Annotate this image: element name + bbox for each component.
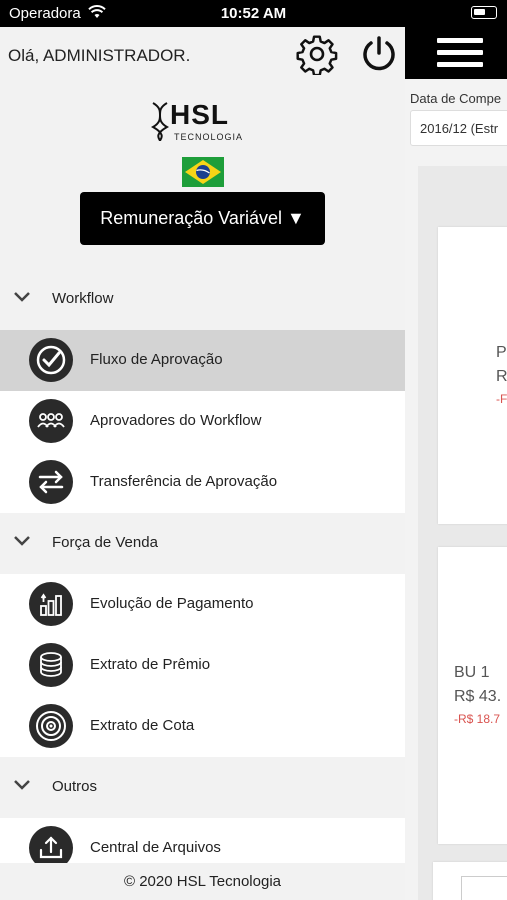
menu-item-label: Evolução de Pagamento [90, 595, 254, 612]
menu-item-label: Aprovadores do Workflow [90, 412, 262, 429]
competence-label: Data de Compe [410, 91, 502, 106]
summary-card[interactable] [433, 862, 507, 900]
chevron-down-icon [14, 780, 30, 790]
footer-copyright: © 2020 HSL Tecnologia [0, 863, 405, 900]
main-content-background: Data de Compe 2016/12 (Estr P R -F BU 1 … [405, 27, 507, 900]
clock-label: 10:52 AM [220, 5, 287, 22]
section-header-forca-de-venda[interactable]: Força de Venda [0, 513, 405, 574]
menu-item-label: Central de Arquivos [90, 839, 221, 856]
menu-item-fluxo-de-aprovacao[interactable]: Fluxo de Aprovação [0, 330, 405, 391]
people-group-icon [29, 399, 73, 443]
section-title: Força de Venda [52, 534, 158, 551]
summary-card[interactable]: BU 1 R$ 43. -R$ 18.7 [438, 547, 507, 844]
hamburger-menu-icon[interactable] [437, 38, 483, 68]
gear-icon[interactable] [296, 33, 338, 75]
logo-subtext: TECNOLOGIA [174, 132, 244, 142]
main-top-bar [405, 27, 507, 79]
check-circle-icon [29, 338, 73, 382]
power-icon[interactable] [358, 33, 400, 75]
target-icon [29, 704, 73, 748]
bar-growth-icon [29, 582, 73, 626]
menu-item-label: Transferência de Aprovação [90, 473, 278, 490]
card-line: P [496, 344, 507, 361]
menu-item-aprovadores-do-workflow[interactable]: Aprovadores do Workflow [0, 391, 405, 452]
menu-item-extrato-de-premio[interactable]: Extrato de Prêmio [0, 635, 405, 696]
menu-item-transferencia-de-aprovacao[interactable]: Transferência de Aprovação [0, 452, 405, 513]
card-line: BU 1 [454, 664, 490, 681]
menu-item-label: Extrato de Prêmio [90, 656, 211, 673]
coins-stack-icon [29, 643, 73, 687]
competence-select[interactable]: 2016/12 (Estr [410, 110, 507, 146]
card-line: R$ 43. [454, 688, 502, 705]
card-line: R [496, 368, 507, 385]
card-box [461, 876, 507, 900]
logo-text: HSL [170, 99, 229, 130]
section-header-workflow[interactable]: Workflow [0, 269, 405, 330]
summary-card[interactable]: P R -F [438, 227, 507, 524]
menu-item-label: Extrato de Cota [90, 717, 195, 734]
menu-item-evolucao-de-pagamento[interactable]: Evolução de Pagamento [0, 574, 405, 635]
menu-item-label: Fluxo de Aprovação [90, 351, 223, 368]
section-title: Workflow [52, 290, 114, 307]
card-variation: -R$ 18.7 [454, 712, 501, 726]
card-variation: -F [496, 392, 507, 406]
hsl-logo: HSL TECNOLOGIA [150, 99, 256, 145]
side-drawer: Olá, ADMINISTRADOR. HSL TECNOLOGIA Remun… [0, 27, 405, 900]
chevron-down-icon [14, 292, 30, 302]
greeting-text: Olá, ADMINISTRADOR. [8, 46, 191, 65]
dna-helix-icon [150, 102, 170, 141]
module-selector-button[interactable]: Remuneração Variável ▼ [80, 192, 325, 245]
chevron-down-icon [14, 536, 30, 546]
section-header-outros[interactable]: Outros [0, 757, 405, 818]
section-title: Outros [52, 778, 98, 795]
status-bar: Operadora 10:52 AM [0, 0, 507, 27]
transfer-arrows-icon [29, 460, 73, 504]
brazil-flag-icon[interactable] [182, 157, 224, 187]
battery-icon [471, 6, 497, 19]
menu-item-extrato-de-cota[interactable]: Extrato de Cota [0, 696, 405, 757]
